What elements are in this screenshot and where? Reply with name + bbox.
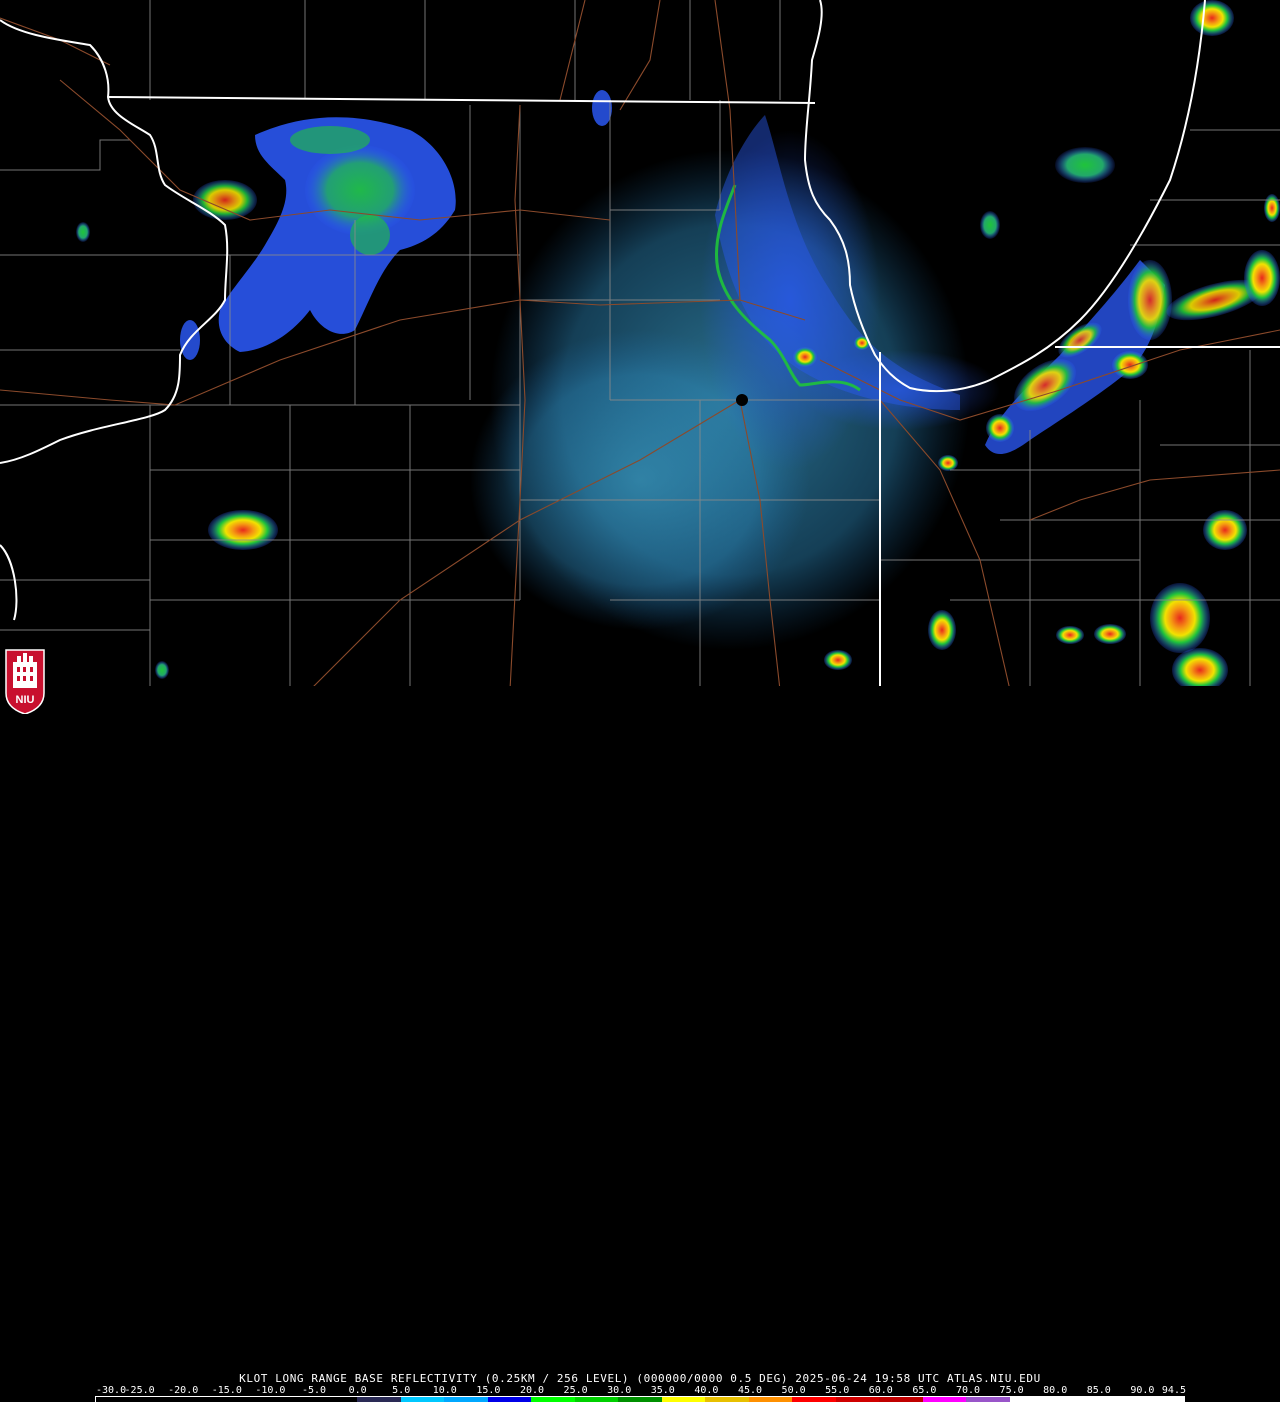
colorbar-tick-label: 40.0 — [694, 1385, 719, 1396]
colorbar-segment — [1140, 1397, 1184, 1402]
colorbar-tick-label: 35.0 — [650, 1385, 675, 1396]
colorbar-segment — [661, 1397, 706, 1402]
colorbar-tick-label: 60.0 — [868, 1385, 893, 1396]
colorbar-segment — [270, 1397, 314, 1402]
colorbar-segment — [618, 1397, 662, 1402]
colorbar-segment — [748, 1397, 793, 1402]
colorbar-tick-label: 10.0 — [432, 1385, 457, 1396]
niu-logo: NIU — [5, 649, 45, 714]
colorbar-tick-label: 30.0 — [607, 1385, 632, 1396]
colorbar-segment — [226, 1397, 271, 1402]
colorbar-tick-label: 20.0 — [519, 1385, 545, 1396]
colorbar-labels: -30.0 -25.0 -20.0 -15.0 -10.0 -5.0 0.0 5.0 10.0 1… — [96, 1385, 1186, 1396]
colorbar-tick-label: 5.0 — [392, 1385, 411, 1396]
colorbar-segment — [966, 1397, 1010, 1402]
colorbar-tick-label: 25.0 — [563, 1385, 588, 1396]
product-caption: KLOT LONG RANGE BASE REFLECTIVITY (0.25K… — [239, 1372, 1041, 1385]
colorbar-tick-label: 15.0 — [476, 1385, 501, 1396]
logo-text: NIU — [16, 694, 35, 706]
colorbar-segment — [1009, 1397, 1054, 1402]
footer-bar: KLOT LONG RANGE BASE REFLECTIVITY (0.25K… — [0, 686, 1280, 1402]
colorbar-tick-label: 90.0 — [1130, 1385, 1155, 1396]
colorbar-segment — [531, 1397, 575, 1402]
colorbar-tick-label: 85.0 — [1086, 1385, 1111, 1396]
colorbar-tick-label: -5.0 — [301, 1385, 327, 1396]
colorbar-segment — [139, 1397, 184, 1402]
colorbar-segment — [357, 1397, 401, 1402]
colorbar-segment — [792, 1397, 836, 1402]
colorbar-tick-label: -15.0 — [211, 1385, 242, 1396]
colorbar-segment — [879, 1397, 923, 1402]
colorbar-tick-label: -25.0 — [124, 1385, 155, 1396]
colorbar-tick-label: 65.0 — [912, 1385, 937, 1396]
colorbar-tick-label: 50.0 — [781, 1385, 806, 1396]
colorbar-segment — [400, 1397, 445, 1402]
colorbar-tick-label: 45.0 — [737, 1385, 763, 1396]
colorbar-tick-label: 75.0 — [999, 1385, 1024, 1396]
colorbar-tick-label: 94.5 — [1161, 1385, 1186, 1396]
colorbar-segment — [183, 1397, 227, 1402]
radar-site-marker — [736, 394, 748, 406]
colorbar-segment — [1053, 1397, 1097, 1402]
colorbar-tick-label: -30.0 — [96, 1385, 127, 1396]
radar-map — [0, 0, 1280, 690]
colorbar-segment — [922, 1397, 967, 1402]
colorbar-segment — [444, 1397, 488, 1402]
colorbar-segment — [1096, 1397, 1141, 1402]
colorbar-tick-label: -10.0 — [255, 1385, 286, 1396]
colorbar-segment — [835, 1397, 880, 1402]
colorbar-segment — [313, 1397, 358, 1402]
colorbar-tick-label: 80.0 — [1043, 1385, 1068, 1396]
colorbar-tick-label: 70.0 — [955, 1385, 981, 1396]
colorbar-segment — [96, 1397, 140, 1402]
colorbar-segment — [487, 1397, 532, 1402]
echo-complex-northwest — [76, 117, 456, 360]
colorbar-segment — [574, 1397, 619, 1402]
reflectivity-colorbar — [95, 1396, 1185, 1402]
colorbar-tick-label: -20.0 — [168, 1385, 199, 1396]
colorbar-segment — [705, 1397, 749, 1402]
colorbar-tick-label: 55.0 — [825, 1385, 850, 1396]
colorbar-tick-label: 0.0 — [348, 1385, 367, 1396]
